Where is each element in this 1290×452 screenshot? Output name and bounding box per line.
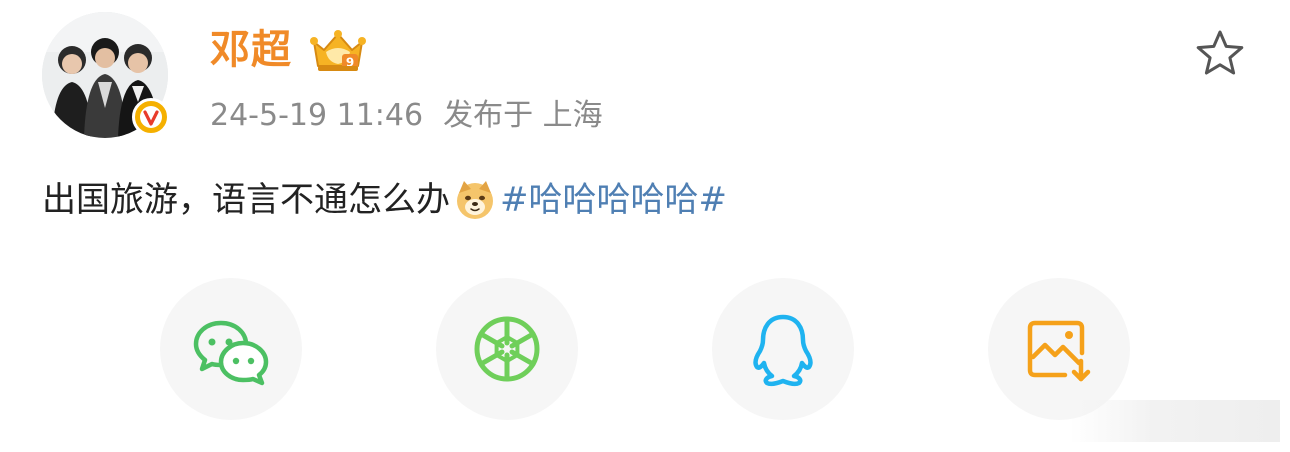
blurred-watermark <box>1070 400 1280 442</box>
hashtag-link[interactable]: #哈哈哈哈哈# <box>500 172 727 228</box>
save-image-button[interactable] <box>988 278 1130 420</box>
save-image-icon <box>1019 309 1099 389</box>
weibo-post-card: 邓超 9 24-5-19 11:46 发布于 上海 出国旅游，语言不通怎么办 #… <box>0 0 1290 452</box>
vip-crown-icon[interactable]: 9 <box>308 28 368 74</box>
doge-emoji-icon <box>454 179 496 221</box>
wechat-icon <box>191 309 271 389</box>
avatar[interactable] <box>42 12 170 138</box>
post-meta: 24-5-19 11:46 发布于 上海 <box>210 94 603 138</box>
post-date: 24-5-19 11:46 <box>210 98 424 133</box>
qq-icon <box>743 309 823 389</box>
post-text: 出国旅游，语言不通怎么办 <box>42 180 450 220</box>
share-wechat-button[interactable] <box>160 278 302 420</box>
username[interactable]: 邓超 <box>210 24 292 76</box>
share-qq-button[interactable] <box>712 278 854 420</box>
share-moments-button[interactable] <box>436 278 578 420</box>
star-icon[interactable] <box>1192 26 1248 82</box>
moments-icon <box>467 309 547 389</box>
post-location: 发布于 上海 <box>443 98 603 133</box>
verified-badge-icon <box>132 98 170 136</box>
post-content: 出国旅游，语言不通怎么办 #哈哈哈哈哈# <box>42 172 727 228</box>
